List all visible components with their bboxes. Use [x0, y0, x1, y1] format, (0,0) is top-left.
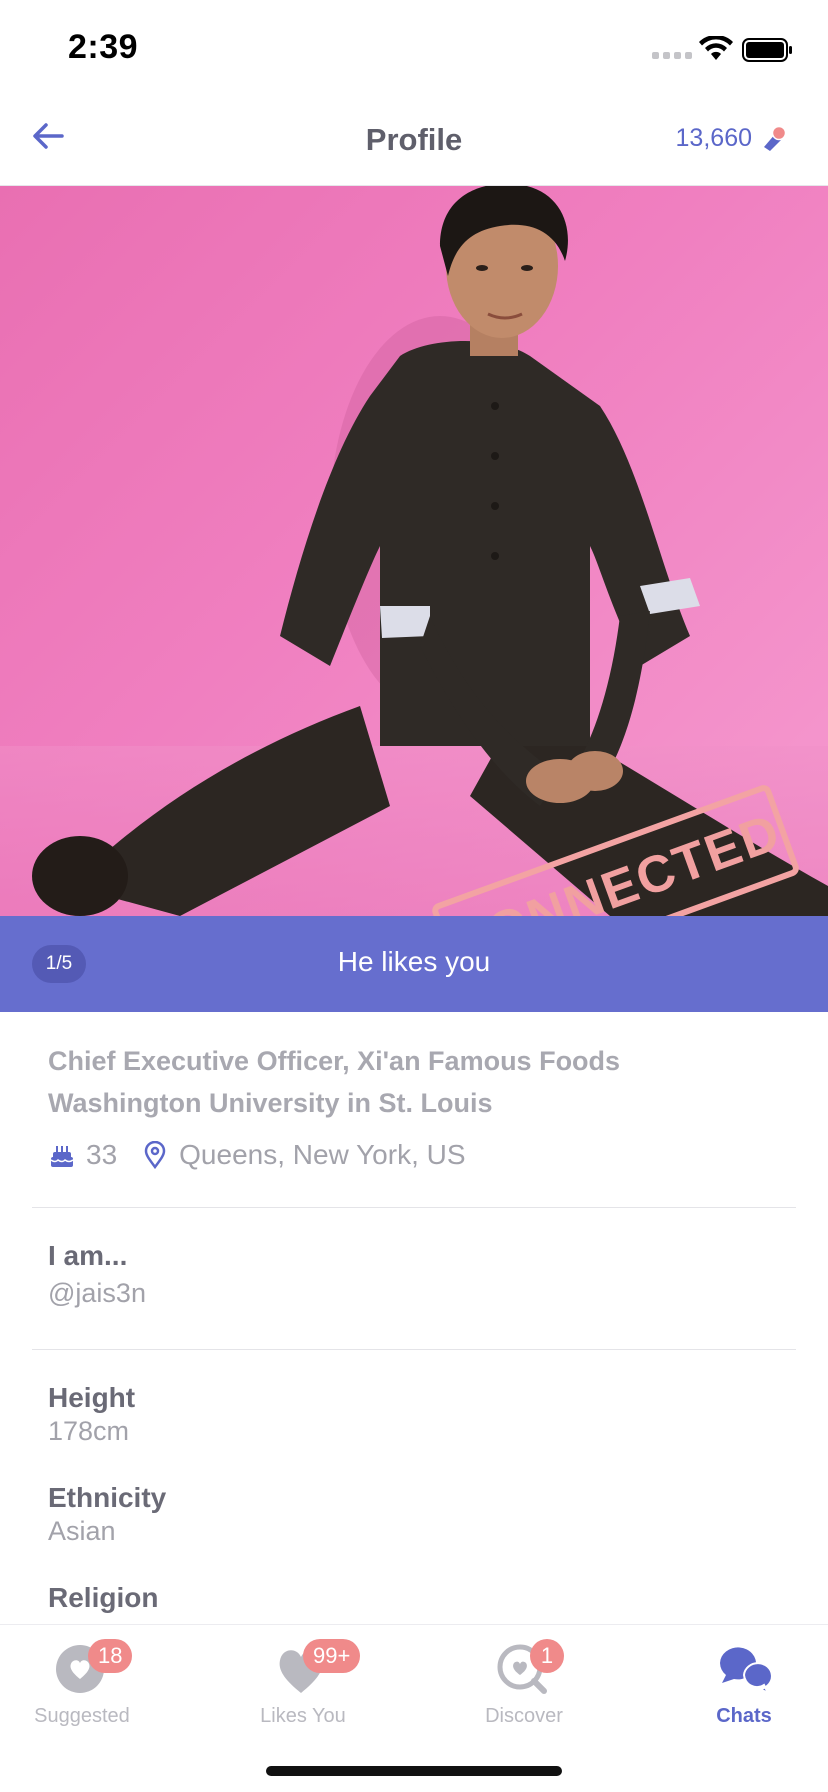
- status-time: 2:39: [68, 28, 139, 66]
- school: Washington University in St. Louis: [48, 1088, 493, 1118]
- nav-bar: Profile 13,660: [0, 96, 828, 186]
- field-label: Ethnicity: [48, 1482, 167, 1513]
- profile-photo[interactable]: CONNECTED: [0, 186, 828, 916]
- field-ethnicity: Ethnicity Asian: [48, 1482, 166, 1547]
- field-i-am: I am... @jais3n: [48, 1240, 146, 1309]
- badge: 1: [530, 1639, 564, 1673]
- age: 33: [86, 1139, 118, 1170]
- divider: [32, 1349, 796, 1350]
- field-value: @jais3n: [48, 1278, 146, 1308]
- tab-icon-wrap: 18: [52, 1639, 133, 1695]
- field-value: Asian: [48, 1516, 116, 1546]
- coin-icon: [764, 125, 787, 151]
- wifi-icon: [699, 36, 733, 60]
- tab-label: Suggested: [34, 1705, 130, 1727]
- tab-chats[interactable]: Chats: [664, 1639, 824, 1728]
- meta-row: 33 Queens, New York, US: [48, 1132, 788, 1178]
- cake-icon: [50, 1146, 74, 1167]
- profile-info: Chief Executive Officer, Xi'an Famous Fo…: [48, 1040, 788, 1178]
- location: Queens, New York, US: [179, 1139, 466, 1170]
- field-value: 178cm: [48, 1416, 130, 1446]
- tab-icon-wrap: 99+: [273, 1639, 361, 1695]
- field-religion: Religion: [48, 1582, 158, 1614]
- chat-bubbles-icon: [720, 1647, 773, 1696]
- tab-label: Likes You: [260, 1705, 346, 1727]
- badge: 99+: [303, 1639, 361, 1673]
- tab-likes-you[interactable]: 99+ Likes You: [223, 1639, 383, 1728]
- likes-banner: 1/5 He likes you: [0, 916, 828, 1012]
- field-label: Religion: [48, 1582, 159, 1613]
- job-title: Chief Executive Officer, Xi'an Famous Fo…: [48, 1046, 621, 1076]
- home-indicator[interactable]: [266, 1766, 562, 1776]
- signal-icon: [652, 52, 692, 59]
- badge: 18: [88, 1639, 133, 1673]
- coins-balance[interactable]: 13,660: [676, 124, 788, 153]
- field-label: I am...: [48, 1240, 128, 1271]
- tab-label: Discover: [485, 1705, 563, 1727]
- field-label: Height: [48, 1382, 136, 1413]
- status-bar: 2:39: [0, 0, 828, 96]
- tab-suggested[interactable]: 18 Suggested: [2, 1639, 162, 1728]
- coins-count: 13,660: [675, 124, 752, 152]
- tab-icon-wrap: 1: [494, 1639, 564, 1695]
- battery-icon: [742, 38, 792, 62]
- divider: [32, 1207, 796, 1208]
- field-height: Height 178cm: [48, 1382, 135, 1447]
- tab-icon-wrap: [714, 1639, 774, 1696]
- location-pin-icon: [144, 1141, 166, 1169]
- tab-label: Chats: [716, 1705, 772, 1727]
- tab-discover[interactable]: 1 Discover: [444, 1639, 604, 1728]
- likes-text: He likes you: [337, 946, 491, 977]
